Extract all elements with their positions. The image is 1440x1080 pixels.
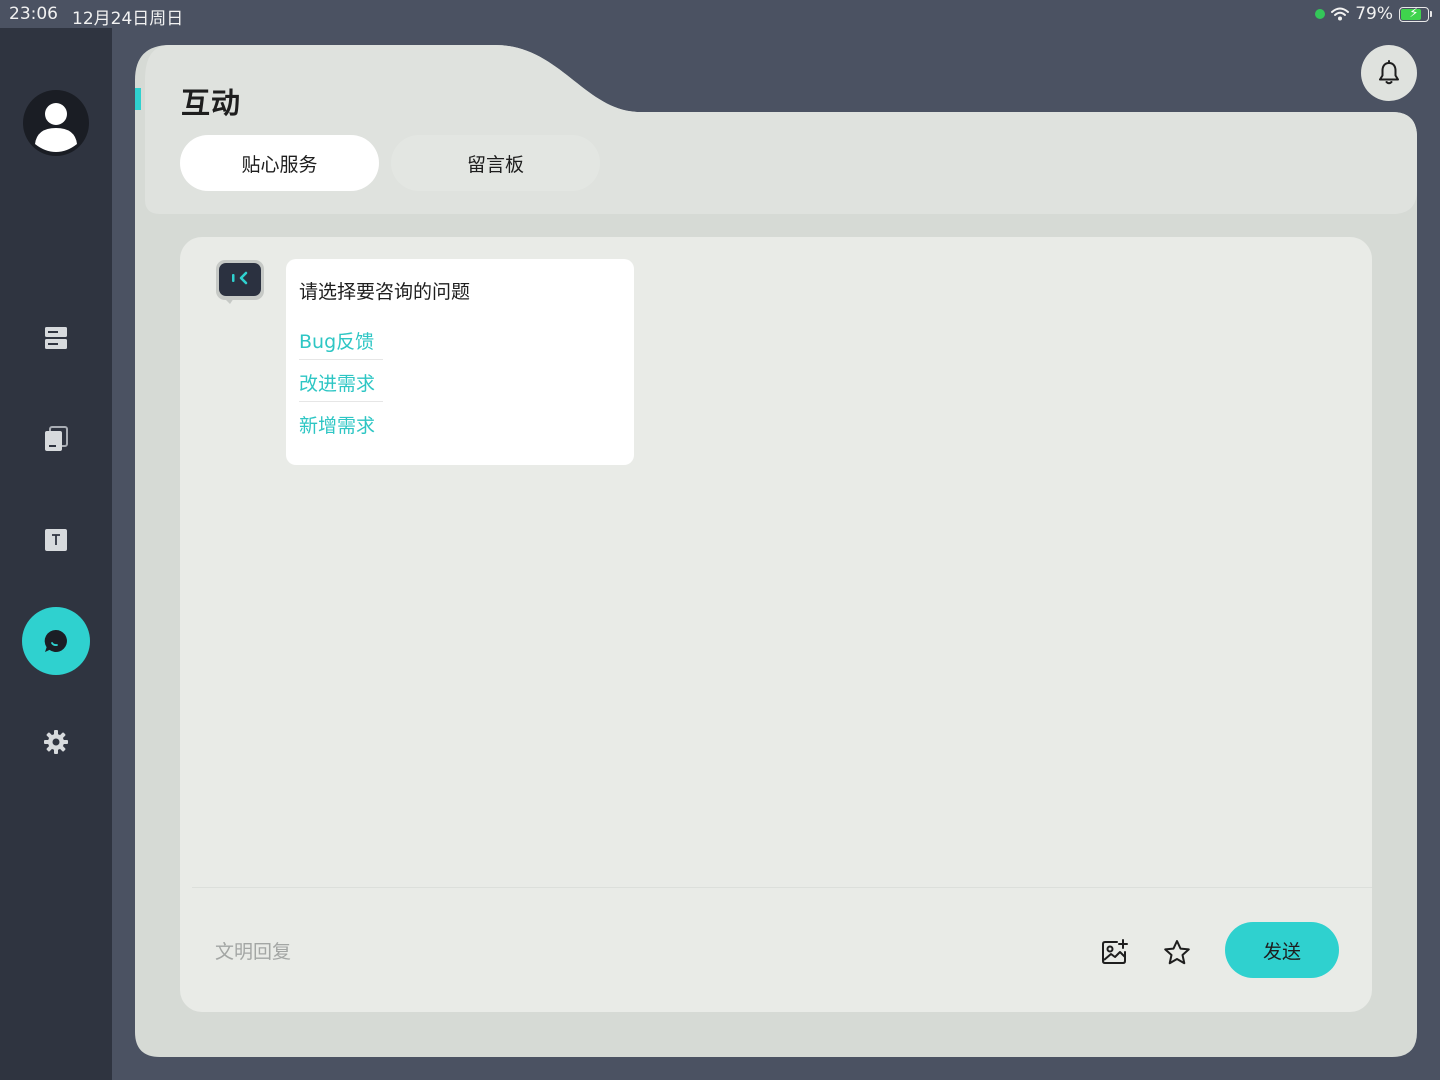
send-button[interactable]: 发送 [1225,922,1339,978]
option-divider [299,401,383,402]
camera-indicator-icon [1315,9,1326,19]
sidebar [0,28,112,1080]
battery-tip [1430,11,1432,17]
option-divider [299,359,383,360]
option-improvement-request[interactable]: 改进需求 [299,369,375,396]
sidebar-item-list[interactable] [22,304,90,372]
bot-message-bubble: 请选择要咨询的问题 Bug反馈 改进需求 新增需求 [286,259,634,465]
option-bug-feedback[interactable]: Bug反馈 [299,327,374,354]
server-list-icon [45,327,67,349]
reply-input[interactable] [213,933,917,971]
tab-care-service[interactable]: 贴心服务 [180,135,379,191]
robot-icon [216,260,264,304]
sidebar-item-settings[interactable] [22,708,90,776]
page-title: 互动 [181,86,242,120]
chat-panel: 请选择要咨询的问题 Bug反馈 改进需求 新增需求 发送 [180,237,1372,1012]
add-image-icon [1102,939,1128,964]
chat-bubble-icon [44,629,67,652]
status-date: 12月24日周日 [72,9,184,29]
bot-message-title: 请选择要咨询的问题 [299,281,471,303]
input-divider [192,887,1372,888]
tab-message-board[interactable]: 留言板 [391,135,600,191]
battery-percent: 79% [1355,4,1393,24]
text-box-icon [45,529,67,551]
notification-button[interactable] [1361,45,1417,101]
copy-icon [45,426,68,451]
charging-bolt-icon: ⚡ [1409,5,1419,21]
wifi-icon [1331,7,1350,21]
bell-icon [1379,60,1399,85]
sidebar-item-copy[interactable] [22,405,90,473]
status-time: 23:06 [9,4,58,24]
avatar[interactable] [23,90,89,156]
favorite-button[interactable] [1157,932,1197,972]
sidebar-item-chat[interactable] [22,607,90,675]
star-icon [1164,939,1190,964]
option-new-feature-request[interactable]: 新增需求 [299,411,375,438]
status-bar: 23:06 12月24日周日 79% ⚡ [0,0,1440,29]
battery-icon: ⚡ [1399,5,1429,22]
sidebar-item-text[interactable] [22,506,90,574]
bot-avatar [216,260,264,304]
status-indicators: 79% ⚡ [1315,4,1432,24]
user-icon [35,103,77,152]
title-accent-bar [135,88,141,110]
gear-icon [44,730,68,754]
add-image-button[interactable] [1095,932,1135,972]
